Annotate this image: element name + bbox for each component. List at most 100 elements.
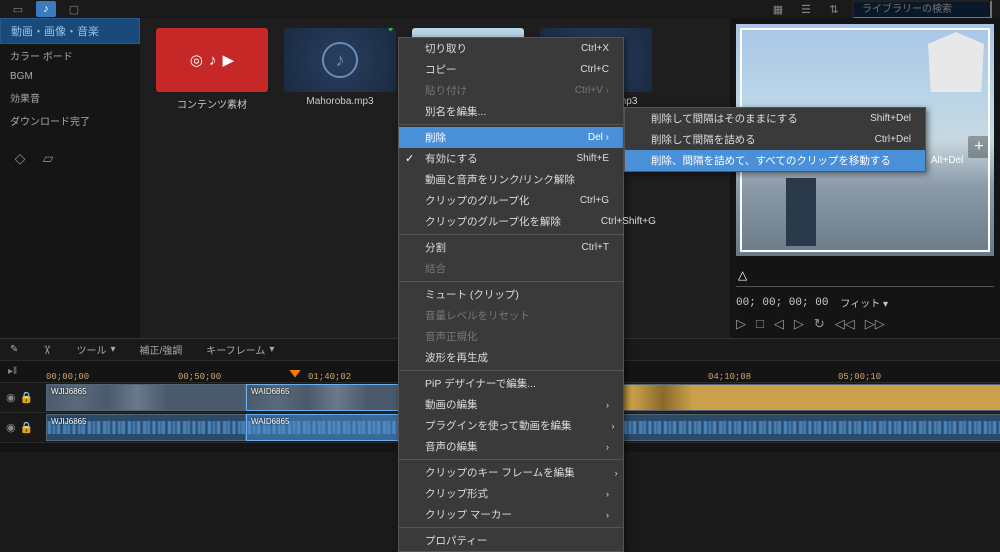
- video-clip[interactable]: WAID6865: [246, 384, 422, 411]
- sidebar-item-downloads[interactable]: ダウンロード完了: [0, 109, 140, 132]
- asset-item[interactable]: ◎♪▶コンテンツ素材: [156, 28, 268, 111]
- asset-label: Mahoroba.mp3: [306, 96, 373, 107]
- ruler-timestamp: 05;00;10: [838, 372, 881, 382]
- lock-icon[interactable]: 🔒: [20, 421, 34, 434]
- menu-item[interactable]: PiP デザイナーで編集...: [399, 373, 623, 394]
- lock-icon[interactable]: 🔒: [20, 391, 34, 404]
- menu-shortcut: Ctrl+T: [542, 242, 610, 253]
- menu-item-label: 別名を編集...: [425, 104, 486, 119]
- rewind-button[interactable]: ◁◁: [835, 316, 855, 332]
- menu-item-label: プラグインを使って動画を編集: [425, 418, 571, 433]
- menu-item[interactable]: 動画の編集›: [399, 394, 623, 415]
- menu-item-label: 切り取り: [425, 41, 467, 56]
- menu-item[interactable]: クリップ マーカー ›: [399, 504, 623, 525]
- asset-item[interactable]: ♪✓Mahoroba.mp3: [284, 28, 396, 111]
- audio-clip[interactable]: WJIJ6865: [46, 414, 246, 441]
- topbar: ▭ ♪ ▢ ▦ ☰ ⇅: [0, 0, 1000, 18]
- menu-item[interactable]: クリップのグループ化Ctrl+G: [399, 190, 623, 211]
- sidebar-item-bgm[interactable]: BGM: [0, 67, 140, 86]
- menu-item[interactable]: 別名を編集...: [399, 101, 623, 122]
- menu-item-label: ミュート (クリップ): [425, 287, 519, 302]
- menu-item[interactable]: 音声の編集 ›: [399, 436, 623, 457]
- video-clip[interactable]: [602, 384, 1000, 411]
- menu-item[interactable]: 分割 Ctrl+T: [399, 237, 623, 258]
- sidebar-item-colorboard[interactable]: カラー ボード: [0, 44, 140, 67]
- prev-frame-button[interactable]: ◁: [774, 316, 784, 332]
- view-grid-icon[interactable]: ▦: [768, 1, 788, 17]
- asset-label: コンテンツ素材: [177, 96, 247, 111]
- loop-button[interactable]: ↻: [814, 316, 825, 332]
- menu-item-label: 削除: [425, 130, 446, 145]
- menu-item-label: 貼り付け: [425, 83, 467, 98]
- audio-clip[interactable]: WAID6865: [246, 414, 422, 441]
- sidebar-category[interactable]: 動画・画像・音楽: [0, 18, 140, 44]
- submenu-arrow-icon: ›: [571, 421, 614, 431]
- menu-item-label: 有効にする: [425, 151, 478, 166]
- preview-timecode[interactable]: 00; 00; 00; 00: [736, 297, 828, 309]
- menu-item[interactable]: クリップ形式›: [399, 483, 623, 504]
- menu-shortcut: Ctrl+X: [541, 43, 609, 54]
- menu-item-label: 分割: [425, 240, 446, 255]
- menu-item-label: 結合: [425, 261, 446, 276]
- menu-item[interactable]: クリップのグループ化を解除Ctrl+Shift+G: [399, 211, 623, 232]
- forward-button[interactable]: ▷▷: [865, 316, 885, 332]
- correction-dropdown[interactable]: 補正/強調: [139, 342, 182, 357]
- add-keyframe-button[interactable]: +: [968, 136, 990, 158]
- menu-item-label: クリップのキー フレームを編集: [425, 465, 575, 480]
- menu-item: 貼り付けCtrl+V ›: [399, 80, 623, 101]
- sidebar-item-sfx[interactable]: 効果音: [0, 86, 140, 109]
- menu-item[interactable]: 波形を再生成: [399, 347, 623, 368]
- menu-item[interactable]: コピーCtrl+C: [399, 59, 623, 80]
- menu-item[interactable]: 削除Del ›: [399, 127, 623, 148]
- play-button[interactable]: ▷: [736, 316, 746, 332]
- menu-item-label: 動画と音声をリンク/リンク解除: [425, 172, 575, 187]
- menu-item-label: 波形を再生成: [425, 350, 488, 365]
- submenu-arrow-icon: ›: [566, 400, 609, 410]
- view-list-icon[interactable]: ☰: [796, 1, 816, 17]
- tab-image-icon[interactable]: ▢: [64, 1, 84, 17]
- menu-shortcut: Alt+Del: [891, 155, 964, 166]
- tab-video-icon[interactable]: ▭: [8, 1, 28, 17]
- keyframe-dropdown[interactable]: キーフレーム ▾: [206, 342, 274, 357]
- menu-item[interactable]: 削除、間隔を詰めて、すべてのクリップを移動するAlt+Del: [625, 150, 925, 171]
- menu-item-label: コピー: [425, 62, 457, 77]
- visibility-icon[interactable]: ◉: [6, 421, 16, 434]
- tab-media-icon[interactable]: ♪: [36, 1, 56, 17]
- tool-dropdown[interactable]: ツール ▾: [76, 342, 115, 357]
- menu-item[interactable]: 削除して間隔を詰めるCtrl+Del: [625, 129, 925, 150]
- menu-item[interactable]: 削除して間隔はそのままにするShift+Del: [625, 108, 925, 129]
- menu-item[interactable]: プラグインを使って動画を編集›: [399, 415, 623, 436]
- menu-item[interactable]: 切り取り Ctrl+X: [399, 38, 623, 59]
- menu-item-label: 音声の編集: [425, 439, 478, 454]
- edit-tool-icon[interactable]: ✎: [10, 344, 18, 355]
- submenu-arrow-icon: ›: [566, 510, 609, 520]
- menu-item[interactable]: ✓有効にするShift+E: [399, 148, 623, 169]
- menu-item[interactable]: プロパティー: [399, 530, 623, 551]
- submenu-arrow-icon: ›: [566, 442, 609, 452]
- ruler-timestamp: 01;40;02: [308, 372, 351, 382]
- visibility-icon[interactable]: ◉: [6, 391, 16, 404]
- stop-button[interactable]: □: [756, 316, 764, 332]
- search-input[interactable]: [852, 0, 992, 19]
- menu-item[interactable]: ミュート (クリップ): [399, 284, 623, 305]
- menu-shortcut: Ctrl+Shift+G: [561, 216, 656, 227]
- cut-tool-icon[interactable]: ✂: [40, 344, 54, 354]
- clip-label: WAID6865: [251, 417, 289, 426]
- sort-icon[interactable]: ⇅: [824, 1, 844, 17]
- check-icon: ✓: [387, 28, 396, 36]
- menu-item-label: PiP デザイナーで編集...: [425, 376, 536, 391]
- goto-start-icon[interactable]: ▸‖: [8, 366, 17, 377]
- context-menu-delete-sub: 削除して間隔はそのままにするShift+Del削除して間隔を詰めるCtrl+De…: [624, 107, 926, 172]
- context-menu-main: 切り取り Ctrl+X コピーCtrl+C貼り付けCtrl+V › 別名を編集... 削…: [398, 37, 624, 552]
- menu-item-label: 削除して間隔を詰める: [651, 132, 756, 147]
- video-clip[interactable]: WJIJ6865: [46, 384, 246, 411]
- timeline-marker-icon[interactable]: △: [738, 268, 994, 282]
- menu-item[interactable]: 動画と音声をリンク/リンク解除: [399, 169, 623, 190]
- preview-fit-dropdown[interactable]: フィット ▾: [840, 295, 888, 310]
- menu-item-label: クリップ マーカー: [425, 507, 512, 522]
- next-frame-button[interactable]: ▷: [794, 316, 804, 332]
- menu-item[interactable]: クリップのキー フレームを編集›: [399, 462, 623, 483]
- folder-icon[interactable]: ▱: [38, 148, 58, 168]
- tag-icon[interactable]: ◇: [10, 148, 30, 168]
- submenu-arrow-icon: ›: [566, 489, 609, 499]
